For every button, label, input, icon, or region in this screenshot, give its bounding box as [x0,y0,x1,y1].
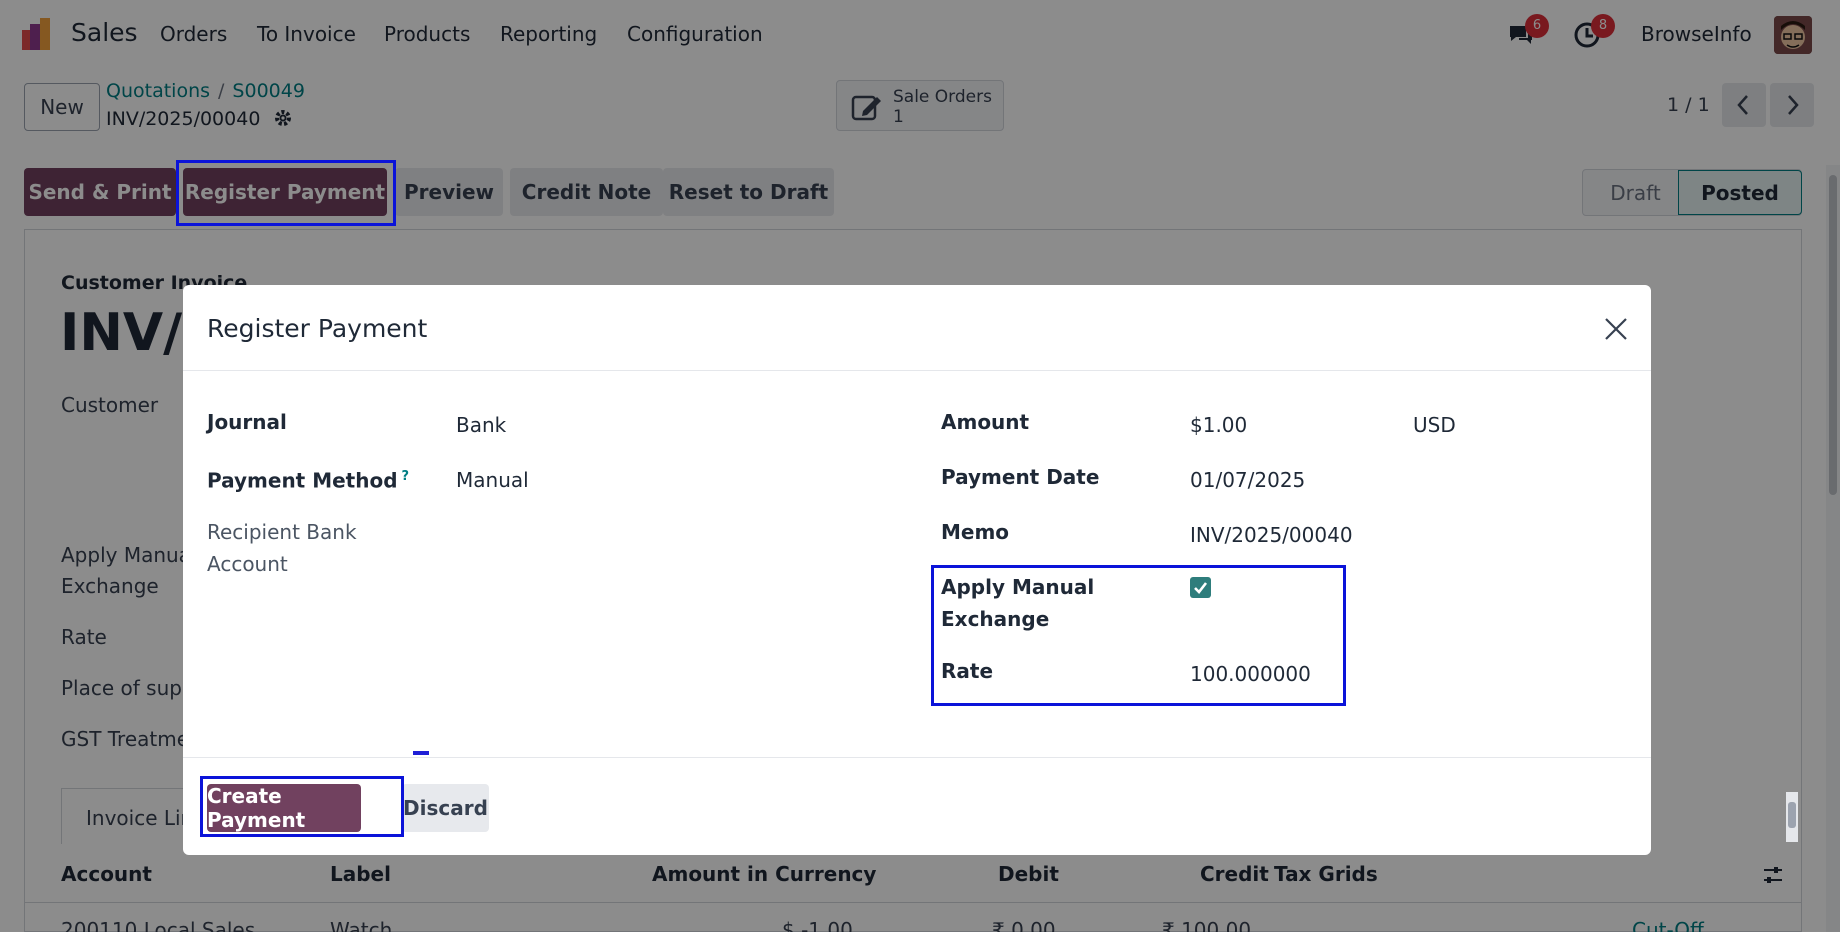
dialog-header-divider [183,370,1651,371]
payment-date-field[interactable]: 01/07/2025 [1190,468,1305,492]
highlight-create-payment [200,776,404,837]
register-payment-dialog: Register Payment Journal Bank Payment Me… [183,285,1651,855]
focus-indicator [413,751,429,755]
journal-label: Journal [207,410,287,434]
amount-field[interactable]: $1.00 [1190,413,1247,437]
payment-method-label-text: Payment Method [207,468,398,493]
payment-method-field[interactable]: Manual [456,468,529,492]
highlight-manual-exchange [931,565,1346,706]
dialog-footer-divider [183,757,1651,758]
currency-field[interactable]: USD [1413,413,1456,437]
memo-label: Memo [941,520,1010,544]
dialog-title: Register Payment [207,314,428,343]
highlight-register-payment [176,160,396,226]
close-icon[interactable] [1602,315,1630,343]
modal-scrollbar[interactable] [1786,792,1798,842]
amount-label: Amount [941,410,1030,434]
payment-method-help-icon[interactable]: ? [402,469,410,484]
payment-method-label: Payment Method? [207,461,409,497]
memo-field[interactable]: INV/2025/00040 [1190,523,1353,547]
recipient-bank-label-line2: Account [207,552,288,576]
journal-field[interactable]: Bank [456,413,506,437]
payment-date-label: Payment Date [941,465,1100,489]
modal-scrollbar-thumb[interactable] [1788,802,1796,828]
discard-button[interactable]: Discard [402,784,489,832]
recipient-bank-label-line1: Recipient Bank [207,520,357,544]
